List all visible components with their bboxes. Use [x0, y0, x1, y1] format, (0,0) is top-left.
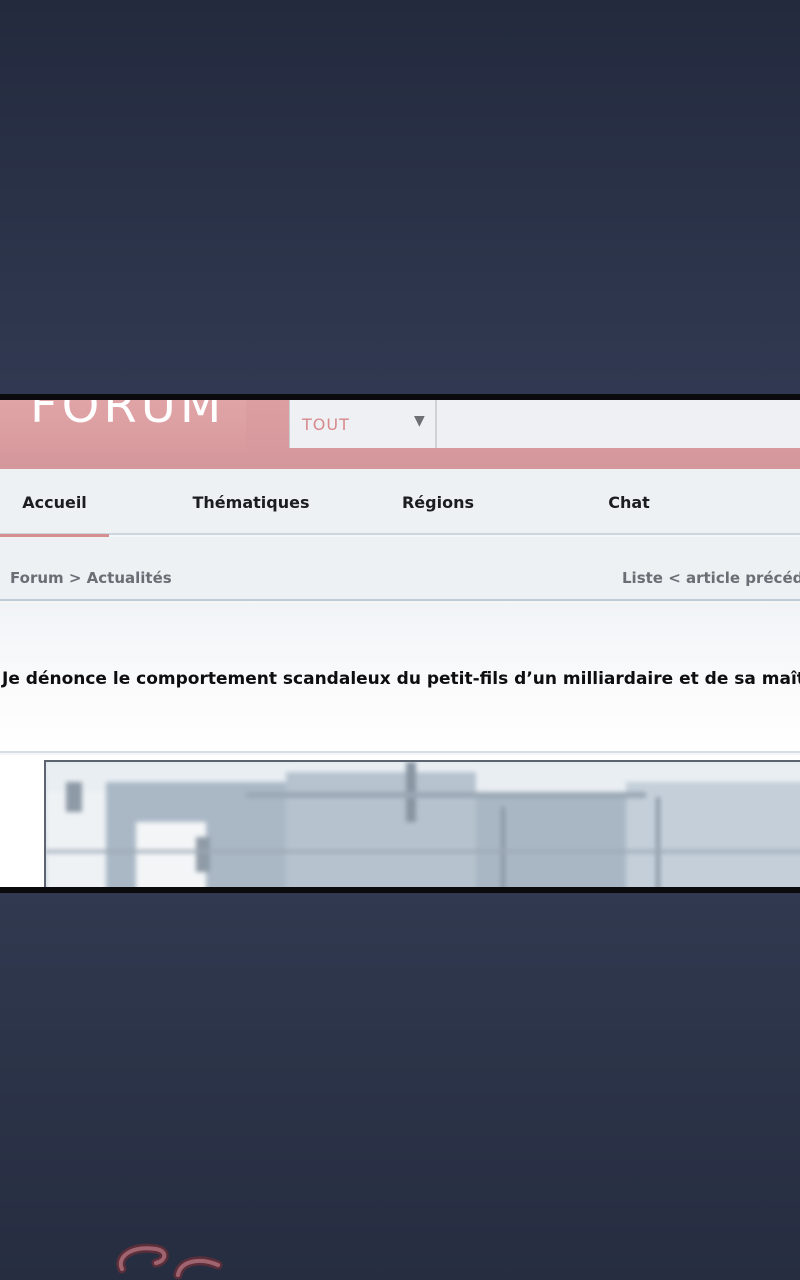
chevron-down-icon[interactable]: ▼ [414, 413, 425, 429]
tab-regions[interactable]: Régions [390, 469, 486, 535]
article-body [0, 755, 800, 887]
comic-panel: FORUM TOUT ▼ Accueil Thématiques Régions… [0, 394, 800, 893]
forum-header: FORUM TOUT ▼ [0, 400, 800, 469]
article-photo [44, 760, 800, 887]
article-title: Je dénonce le comportement scandaleux du… [2, 669, 800, 689]
blurred-interior-illustration [46, 762, 800, 887]
tab-accueil[interactable]: Accueil [0, 469, 109, 537]
breadcrumb[interactable]: Forum > Actualités [10, 569, 172, 587]
search-category-value: TOUT [302, 415, 350, 434]
previous-article-link[interactable]: Liste < article précéden [622, 569, 800, 587]
search-category-select[interactable]: TOUT ▼ [290, 400, 437, 448]
main-nav: Accueil Thématiques Régions Chat [0, 469, 800, 537]
sound-effect-lettering [116, 1243, 223, 1280]
tab-thematiques[interactable]: Thématiques [180, 469, 322, 535]
breadcrumb-row: Forum > Actualités Liste < article précé… [0, 537, 800, 601]
forum-logo[interactable]: FORUM [0, 400, 246, 452]
article-header: Je dénonce le comportement scandaleux du… [0, 603, 800, 753]
search-bar[interactable]: TOUT ▼ [289, 400, 800, 448]
tab-chat[interactable]: Chat [590, 469, 668, 535]
forum-logo-text: FORUM [30, 394, 226, 434]
